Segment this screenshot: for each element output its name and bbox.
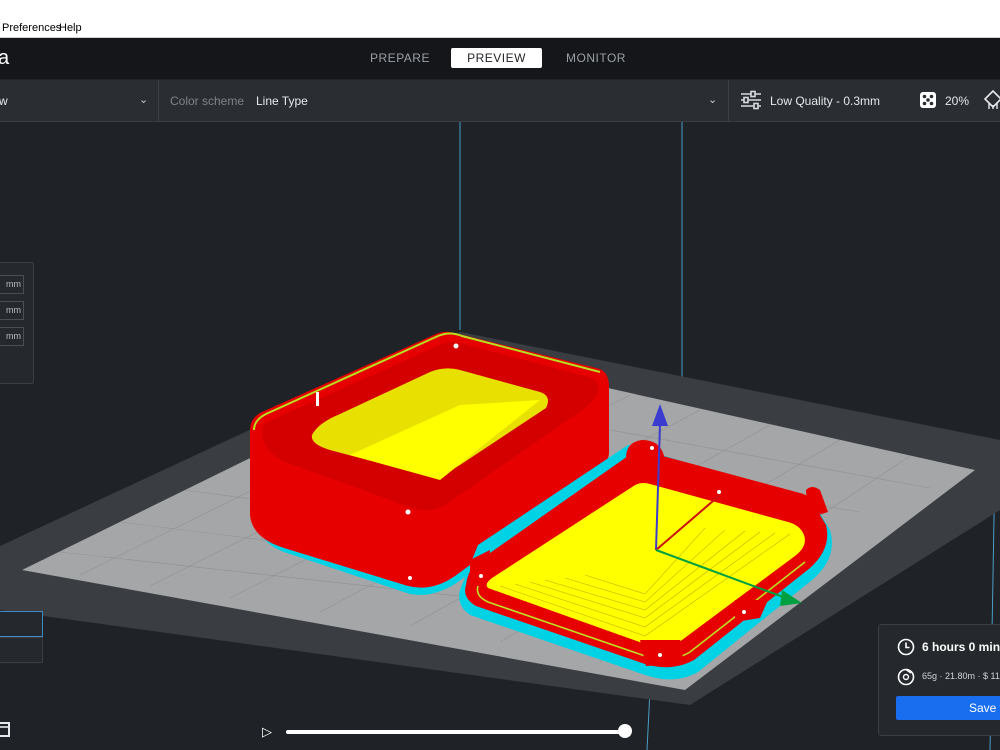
dimension-z-field[interactable]: mm [0,327,24,346]
view-type-value[interactable]: w [0,94,8,108]
support-icon[interactable] [984,90,1000,110]
layer-view-field-active[interactable] [0,611,43,637]
menu-bar: Preferences Help [0,20,1000,38]
toolbar-divider [728,80,729,121]
clock-icon [897,638,915,656]
material-usage: 65g · 21.80m · $ 11. [922,671,1000,681]
infill-icon[interactable] [920,92,936,108]
menu-help[interactable]: Help [59,22,82,34]
play-icon[interactable]: ▷ [262,724,272,740]
sliders-icon[interactable] [740,90,762,110]
print-time: 6 hours 0 min [922,640,1000,654]
view-type-chevron-icon[interactable]: ⌄ [139,93,148,106]
window-titlebar [0,0,1000,20]
color-scheme-value[interactable]: Line Type [256,94,308,108]
print-profile-label[interactable]: Low Quality - 0.3mm [770,94,880,108]
object-dimensions-panel: mm mm mm [0,262,34,384]
menu-preferences[interactable]: Preferences [2,22,61,34]
color-scheme-chevron-icon[interactable]: ⌄ [708,93,717,106]
color-scheme-label: Color scheme [170,94,245,108]
toolbar-divider [158,80,159,121]
layer-view-field[interactable] [0,637,43,663]
build-plate-viewport[interactable] [0,122,1000,750]
tab-preview[interactable]: PREVIEW [451,48,542,68]
app-logo: a [0,47,10,69]
save-to-disk-button[interactable]: Save t [896,696,1000,720]
path-slider-handle[interactable] [618,724,632,738]
path-slider-track[interactable] [286,730,626,734]
extruder-icon[interactable] [0,720,12,738]
dimension-x-field[interactable]: mm [0,275,24,294]
infill-value: 20% [945,94,970,108]
tab-prepare[interactable]: PREPARE [360,48,440,68]
filament-spool-icon [897,668,915,686]
tab-monitor[interactable]: MONITOR [556,48,636,68]
dimension-y-field[interactable]: mm [0,301,24,320]
